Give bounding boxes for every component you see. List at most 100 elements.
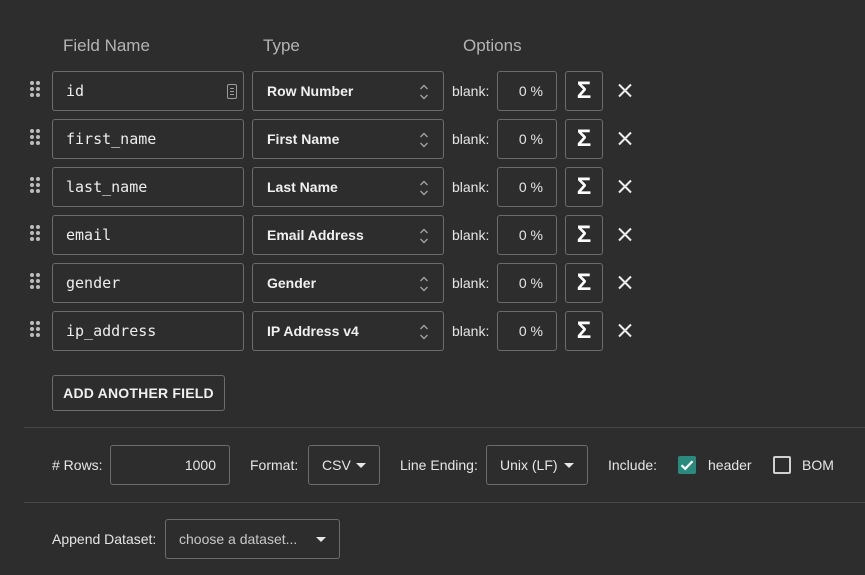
- check-icon: [680, 460, 694, 471]
- blank-percent-input[interactable]: 0 %: [497, 119, 557, 159]
- field-name-input[interactable]: gender: [52, 263, 244, 303]
- drag-handle-icon[interactable]: [30, 225, 42, 245]
- blank-label: blank:: [452, 131, 490, 147]
- header-checkbox[interactable]: [678, 456, 696, 474]
- chevron-up-down-icon: [419, 83, 429, 101]
- divider: [24, 502, 865, 503]
- close-icon: [618, 131, 632, 146]
- field-name-input[interactable]: last_name: [52, 167, 244, 207]
- field-row: last_name Last Name blank: 0 % Σ: [0, 167, 865, 207]
- field-name-value: gender: [66, 274, 121, 292]
- drag-handle-icon[interactable]: [30, 81, 42, 101]
- sigma-icon: Σ: [576, 221, 592, 248]
- sigma-icon: Σ: [576, 317, 592, 344]
- sigma-icon: Σ: [576, 77, 592, 104]
- field-type-select[interactable]: Gender: [252, 263, 444, 303]
- field-row: first_name First Name blank: 0 % Σ: [0, 119, 865, 159]
- format-label: Format:: [250, 457, 299, 473]
- drag-handle-icon[interactable]: [30, 129, 42, 149]
- field-name-value: email: [66, 226, 112, 244]
- caret-down-icon: [564, 463, 574, 468]
- rows-label: # Rows:: [52, 457, 103, 473]
- header-field-name: Field Name: [63, 36, 150, 55]
- line-ending-label: Line Ending:: [400, 457, 478, 473]
- line-ending-value: Unix (LF): [500, 457, 558, 473]
- header-label: header: [708, 457, 752, 473]
- drag-handle-icon[interactable]: [30, 321, 42, 341]
- remove-field-button[interactable]: [614, 225, 636, 245]
- remove-field-button[interactable]: [614, 273, 636, 293]
- header-options: Options: [463, 36, 522, 55]
- remove-field-button[interactable]: [614, 177, 636, 197]
- blank-label: blank:: [452, 83, 490, 99]
- close-icon: [618, 323, 632, 338]
- close-icon: [618, 227, 632, 242]
- close-icon: [618, 179, 632, 194]
- formula-button[interactable]: Σ: [565, 167, 603, 207]
- blank-label: blank:: [452, 179, 490, 195]
- caret-down-icon: [356, 463, 366, 468]
- append-dataset-select[interactable]: choose a dataset...: [165, 519, 340, 559]
- bom-checkbox[interactable]: [773, 456, 791, 474]
- remove-field-button[interactable]: [614, 321, 636, 341]
- field-name-value: ip_address: [66, 322, 157, 340]
- remove-field-button[interactable]: [614, 81, 636, 101]
- field-type-select[interactable]: First Name: [252, 119, 444, 159]
- remove-field-button[interactable]: [614, 129, 636, 149]
- field-type-value: Email Address: [267, 227, 364, 243]
- field-name-value: last_name: [66, 178, 148, 196]
- field-type-value: IP Address v4: [267, 323, 359, 339]
- field-row: id Row Number blank: 0 % Σ: [0, 71, 865, 111]
- blank-label: blank:: [452, 323, 490, 339]
- blank-label: blank:: [452, 227, 490, 243]
- field-row: email Email Address blank: 0 % Σ: [0, 215, 865, 255]
- calculator-icon[interactable]: [227, 84, 237, 99]
- field-type-select[interactable]: Row Number: [252, 71, 444, 111]
- close-icon: [618, 83, 632, 98]
- append-dataset-label: Append Dataset:: [52, 531, 157, 547]
- chevron-up-down-icon: [419, 275, 429, 293]
- field-name-input[interactable]: email: [52, 215, 244, 255]
- blank-percent-input[interactable]: 0 %: [497, 167, 557, 207]
- chevron-up-down-icon: [419, 227, 429, 245]
- chevron-up-down-icon: [419, 179, 429, 197]
- field-name-input[interactable]: id: [52, 71, 244, 111]
- caret-down-icon: [316, 537, 326, 542]
- blank-percent-input[interactable]: 0 %: [497, 215, 557, 255]
- drag-handle-icon[interactable]: [30, 177, 42, 197]
- divider: [24, 427, 865, 428]
- header-type: Type: [263, 36, 300, 55]
- sigma-icon: Σ: [576, 125, 592, 152]
- sigma-icon: Σ: [576, 269, 592, 296]
- field-row: gender Gender blank: 0 % Σ: [0, 263, 865, 303]
- formula-button[interactable]: Σ: [565, 263, 603, 303]
- bom-label: BOM: [802, 457, 834, 473]
- blank-percent-input[interactable]: 0 %: [497, 263, 557, 303]
- field-type-select[interactable]: Email Address: [252, 215, 444, 255]
- add-another-field-button[interactable]: ADD ANOTHER FIELD: [52, 375, 225, 411]
- field-type-value: First Name: [267, 131, 340, 147]
- field-name-input[interactable]: ip_address: [52, 311, 244, 351]
- field-type-value: Row Number: [267, 83, 354, 99]
- line-ending-select[interactable]: Unix (LF): [486, 445, 588, 485]
- field-type-select[interactable]: IP Address v4: [252, 311, 444, 351]
- rows-input[interactable]: 1000: [110, 445, 230, 485]
- chevron-up-down-icon: [419, 131, 429, 149]
- field-type-select[interactable]: Last Name: [252, 167, 444, 207]
- formula-button[interactable]: Σ: [565, 71, 603, 111]
- formula-button[interactable]: Σ: [565, 311, 603, 351]
- chevron-up-down-icon: [419, 323, 429, 341]
- format-value: CSV: [322, 457, 351, 473]
- field-name-input[interactable]: first_name: [52, 119, 244, 159]
- field-row: ip_address IP Address v4 blank: 0 % Σ: [0, 311, 865, 351]
- formula-button[interactable]: Σ: [565, 119, 603, 159]
- blank-percent-input[interactable]: 0 %: [497, 311, 557, 351]
- drag-handle-icon[interactable]: [30, 273, 42, 293]
- blank-percent-input[interactable]: 0 %: [497, 71, 557, 111]
- formula-button[interactable]: Σ: [565, 215, 603, 255]
- close-icon: [618, 275, 632, 290]
- format-select[interactable]: CSV: [308, 445, 380, 485]
- include-label: Include:: [608, 457, 658, 473]
- blank-label: blank:: [452, 275, 490, 291]
- append-dataset-placeholder: choose a dataset...: [179, 531, 298, 547]
